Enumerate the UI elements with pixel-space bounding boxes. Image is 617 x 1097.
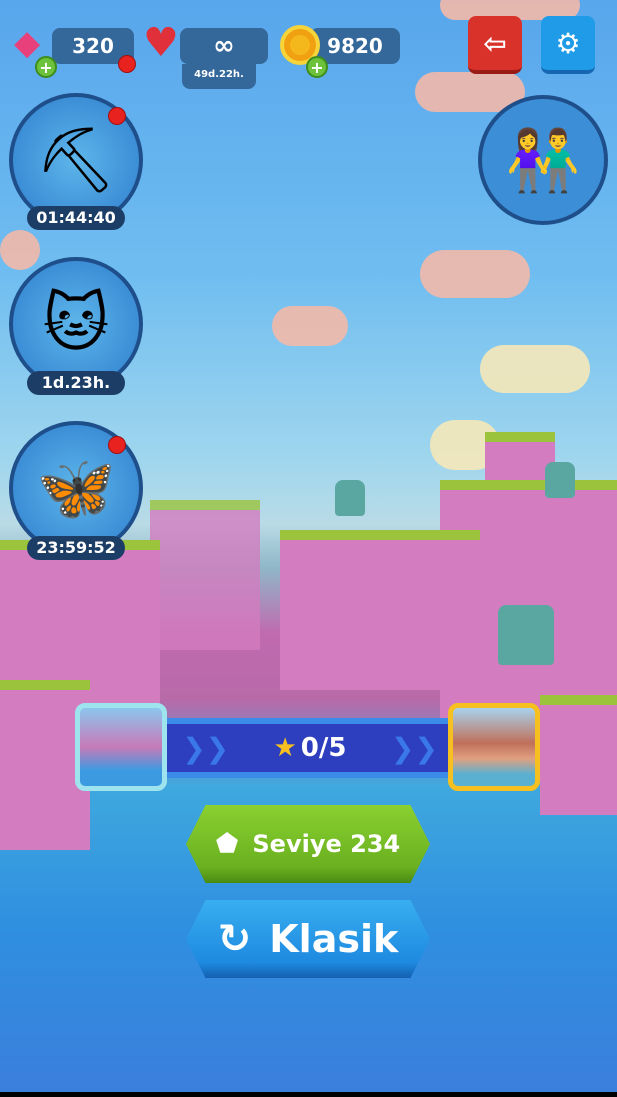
gem-icon: ◆ xyxy=(14,23,41,63)
level-label: Seviye 234 xyxy=(252,830,401,858)
cat-icon: 🐱 xyxy=(42,287,110,361)
characters-icon: 👫 xyxy=(505,125,581,196)
lives-timer: 49d.22h. xyxy=(182,64,256,89)
classic-mode-button[interactable]: ↻ Klasik xyxy=(186,900,430,978)
star-icon: ★ xyxy=(273,733,297,763)
gear-icon: ⚙ xyxy=(555,26,581,60)
progress-bar: ❯❯ ★ 0/5 ❯❯ xyxy=(160,718,460,778)
refresh-icon: ↻ xyxy=(217,916,252,962)
notification-dot xyxy=(108,436,126,454)
current-world-thumbnail[interactable] xyxy=(75,703,167,791)
pickaxe-chest-icon: ⛏ xyxy=(35,123,117,198)
exit-button[interactable]: ⇦ xyxy=(468,16,522,74)
event-timer: 1d.23h. xyxy=(27,371,125,395)
event-timer: 23:59:52 xyxy=(27,536,125,560)
exit-icon: ⇦ xyxy=(483,26,507,60)
lives-counter[interactable]: ∞ xyxy=(180,28,268,64)
settings-button[interactable]: ⚙ xyxy=(541,16,595,74)
chevron-icon: ❯❯ xyxy=(390,731,438,765)
pentagon-icon: ⬟ xyxy=(215,829,239,859)
event-timer: 01:44:40 xyxy=(27,206,125,230)
profile-avatar[interactable]: 👫 xyxy=(478,95,608,225)
gems-value: 320 xyxy=(72,34,114,58)
add-coins-button[interactable]: + xyxy=(306,56,328,78)
butterfly-jar-icon: 🦋 xyxy=(36,451,116,526)
lives-value: ∞ xyxy=(213,31,235,61)
mode-label: Klasik xyxy=(269,917,399,961)
add-gems-button[interactable]: + xyxy=(35,56,57,78)
progress-text: 0/5 xyxy=(300,733,347,763)
next-world-thumbnail[interactable] xyxy=(448,703,540,791)
heart-icon: ♥ xyxy=(143,20,179,66)
notification-dot xyxy=(118,55,136,73)
notification-dot xyxy=(108,107,126,125)
level-button[interactable]: ⬟ Seviye 234 xyxy=(186,805,430,883)
coins-value: 9820 xyxy=(327,34,383,58)
chevron-icon: ❯❯ xyxy=(182,731,230,765)
